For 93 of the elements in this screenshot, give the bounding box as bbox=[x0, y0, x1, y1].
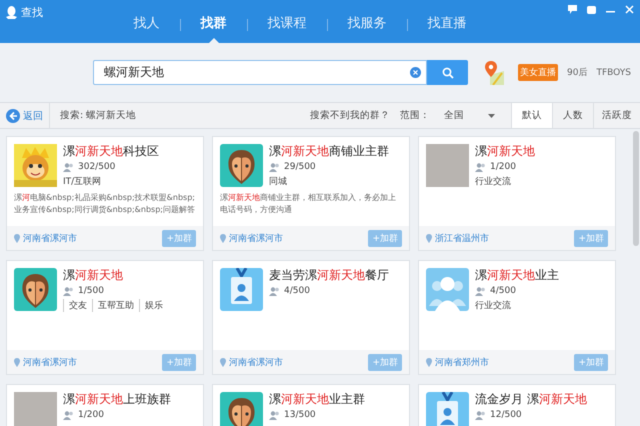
hot-search-tag[interactable]: 美女直播 bbox=[518, 64, 558, 81]
members-icon bbox=[63, 410, 74, 420]
group-card[interactable]: 漯河新天地科技区 302/500 IT/互联网 漯河电脑&nbsp;礼品采购&nbsp;技术联盟&nbsp;业务宣传&nbsp;同行调货&nbsp;&nbsp;问题解答 河南省漯河市 +加群 bbox=[6, 136, 204, 251]
members-icon bbox=[269, 410, 280, 420]
members-icon bbox=[475, 162, 486, 172]
member-count: 12/500 bbox=[490, 410, 522, 420]
back-button[interactable]: 返回 bbox=[0, 103, 50, 128]
group-card[interactable]: 漯河新天地业主 4/500 行业交流 河南省郑州市 +加群 bbox=[418, 260, 616, 375]
group-description: 漯河新天地商铺业主群，相互联系加入，务必加上电话号码，方便沟通 bbox=[219, 192, 397, 216]
cartoon-face-avatar bbox=[14, 268, 57, 311]
nav-tab[interactable]: 找人 bbox=[114, 17, 180, 43]
group-category: 行业交流 bbox=[475, 300, 512, 312]
range-dropdown[interactable]: 全国 bbox=[440, 109, 499, 122]
group-location[interactable]: 河南省郑州市 bbox=[435, 356, 489, 368]
nav-tab[interactable]: 找服务 bbox=[328, 17, 406, 43]
clear-icon[interactable] bbox=[410, 67, 421, 78]
member-count: 13/500 bbox=[284, 410, 316, 420]
search-button[interactable] bbox=[427, 60, 468, 85]
nav-tab[interactable]: 找课程 bbox=[248, 17, 326, 43]
group-name: 漯河新天地商铺业主群 bbox=[269, 144, 389, 159]
member-count: 1/200 bbox=[490, 162, 516, 172]
group-location[interactable]: 浙江省温州市 bbox=[435, 232, 489, 244]
group-tag: 互帮互助 bbox=[92, 299, 139, 312]
group-name: 漯河新天地上班族群 bbox=[63, 392, 171, 407]
help-link[interactable]: 搜索不到我的群？ bbox=[310, 109, 390, 122]
hot-search-link[interactable]: TFBOYS bbox=[596, 68, 631, 78]
scrollbar-thumb[interactable] bbox=[633, 131, 639, 246]
group-location[interactable]: 河南省漯河市 bbox=[229, 356, 283, 368]
members-icon bbox=[269, 286, 280, 296]
members-icon bbox=[63, 286, 74, 296]
id-badge-avatar bbox=[426, 392, 469, 426]
location-pin-icon bbox=[426, 358, 432, 366]
caret-icon bbox=[488, 114, 495, 118]
member-count: 302/500 bbox=[78, 162, 116, 172]
location-pin-icon bbox=[220, 234, 226, 242]
cartoon-face-avatar bbox=[220, 392, 263, 426]
group-card[interactable]: 漯河新天地商铺业主群 29/500 同城 漯河新天地商铺业主群，相互联系加入，务必加上电话号码，方便沟通 河南省漯河市 +加群 bbox=[212, 136, 410, 251]
members-icon bbox=[269, 162, 280, 172]
group-card[interactable]: 漯河新天地业主群 13/500 bbox=[212, 384, 410, 426]
search-field[interactable]: 螺河新天地 bbox=[93, 60, 427, 85]
location-pin-icon bbox=[426, 234, 432, 242]
group-category: 行业交流 bbox=[475, 176, 512, 188]
group-name: 流金岁月 漯河新天地 bbox=[475, 392, 587, 407]
group-location[interactable]: 河南省漯河市 bbox=[23, 232, 77, 244]
group-category: IT/互联网 bbox=[63, 176, 102, 188]
sort-tab[interactable]: 人数 bbox=[552, 103, 593, 128]
member-count: 1/200 bbox=[78, 410, 104, 420]
back-arrow-icon bbox=[6, 108, 20, 122]
group-card[interactable]: 漯河新天地上班族群 1/200 bbox=[6, 384, 204, 426]
location-pin-icon bbox=[220, 358, 226, 366]
group-name: 漯河新天地业主 bbox=[475, 268, 559, 283]
feedback-icon[interactable] bbox=[568, 5, 577, 14]
range-label: 范围： bbox=[400, 109, 430, 122]
map-pin-icon[interactable] bbox=[484, 60, 504, 84]
group-people-avatar bbox=[426, 268, 469, 311]
members-icon bbox=[475, 286, 486, 296]
group-category: 同城 bbox=[269, 176, 288, 188]
group-name: 麦当劳漯河新天地餐厅 bbox=[269, 268, 389, 283]
sort-tab[interactable]: 活跃度 bbox=[593, 103, 640, 128]
members-icon bbox=[63, 162, 74, 172]
nav-tab[interactable]: 找群 bbox=[180, 17, 246, 43]
group-tag: 娱乐 bbox=[139, 299, 168, 312]
group-card[interactable]: 漯河新天地 1/500 交友 互帮互助 娱乐 河南省漯河市 +加群 bbox=[6, 260, 204, 375]
window-title: 查找 bbox=[21, 5, 43, 20]
member-count: 4/500 bbox=[284, 286, 310, 296]
id-badge-avatar bbox=[220, 268, 263, 311]
location-pin-icon bbox=[14, 234, 20, 242]
hot-search-link[interactable]: 90后 bbox=[567, 66, 588, 79]
member-count: 1/500 bbox=[78, 286, 104, 296]
search-summary: 搜索: 螺河新天地 bbox=[60, 109, 138, 122]
group-name: 漯河新天地 bbox=[63, 268, 124, 283]
group-card[interactable]: 麦当劳漯河新天地餐厅 4/500 河南省漯河市 +加群 bbox=[212, 260, 410, 375]
location-pin-icon bbox=[14, 358, 20, 366]
cartoon-face-avatar bbox=[220, 144, 263, 187]
members-icon bbox=[475, 410, 486, 420]
group-name: 漯河新天地 bbox=[475, 144, 535, 159]
group-card[interactable]: 漯河新天地 1/200 行业交流 浙江省温州市 +加群 bbox=[418, 136, 616, 251]
member-count: 4/500 bbox=[490, 286, 516, 296]
member-count: 29/500 bbox=[284, 162, 316, 172]
search-icon bbox=[442, 66, 454, 78]
group-name: 漯河新天地业主群 bbox=[269, 392, 365, 407]
close-icon[interactable] bbox=[625, 5, 634, 14]
group-description: 漯河电脑&nbsp;礼品采购&nbsp;技术联盟&nbsp;业务宣传&nbsp;同行调货&nbsp;&nbsp;问题解答 bbox=[13, 192, 196, 216]
group-tag: 交友 bbox=[63, 299, 92, 312]
nav-tab[interactable]: 找直播 bbox=[408, 17, 486, 43]
sort-tab[interactable]: 默认 bbox=[511, 103, 552, 128]
group-location[interactable]: 河南省漯河市 bbox=[23, 356, 77, 368]
group-card[interactable]: 流金岁月 漯河新天地 12/500 bbox=[418, 384, 616, 426]
group-location[interactable]: 河南省漯河市 bbox=[229, 232, 283, 244]
photo-placeholder bbox=[426, 144, 469, 187]
photo-placeholder bbox=[14, 392, 57, 426]
group-name: 漯河新天地科技区 bbox=[63, 144, 159, 159]
cartoon-monkey-avatar bbox=[14, 144, 57, 187]
